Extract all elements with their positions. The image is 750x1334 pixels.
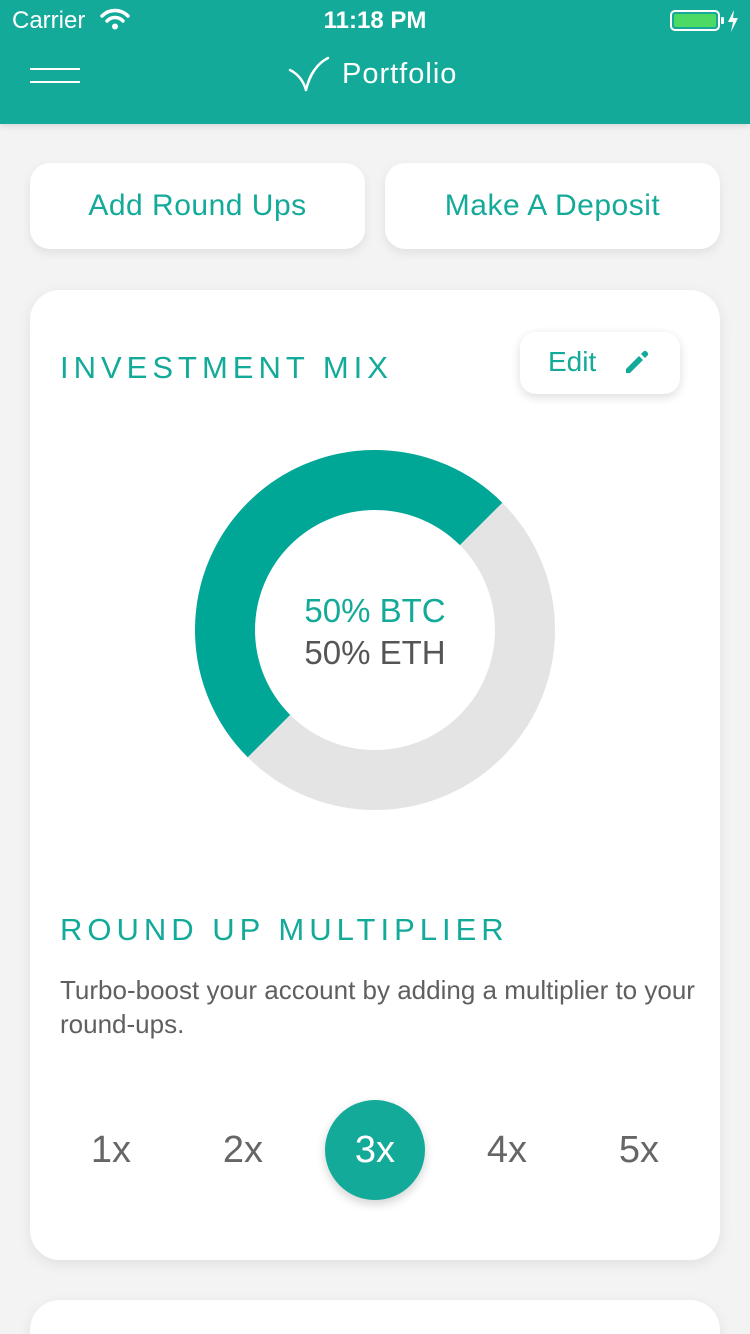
- pencil-icon: [622, 349, 650, 382]
- next-card: [30, 1300, 720, 1334]
- multiplier-selector: 1x 2x 3x 4x 5x: [30, 1100, 720, 1200]
- clock: 11:18 PM: [323, 7, 427, 34]
- multiplier-description: Turbo-boost your account by adding a mul…: [60, 975, 695, 1039]
- leaf-logo-icon: [288, 56, 330, 97]
- allocation-summary: 50% BTC 50% ETH: [195, 590, 555, 674]
- top-bar: Carrier 11:18 PM Portfolio: [0, 0, 750, 124]
- round-up-multiplier-title: ROUND UP MULTIPLIER: [60, 912, 509, 947]
- btc-allocation-label: 50% BTC: [304, 592, 446, 629]
- eth-allocation-label: 50% ETH: [304, 634, 446, 671]
- edit-button[interactable]: Edit: [520, 332, 680, 394]
- nav-bar: Portfolio: [0, 40, 750, 124]
- status-bar: Carrier 11:18 PM: [0, 0, 750, 40]
- multiplier-option-3x[interactable]: 3x: [325, 1100, 425, 1200]
- multiplier-option-2x[interactable]: 2x: [193, 1100, 293, 1200]
- edit-label: Edit: [548, 346, 597, 377]
- multiplier-option-1x[interactable]: 1x: [61, 1100, 161, 1200]
- investment-mix-title: INVESTMENT MIX: [60, 350, 393, 385]
- multiplier-option-5x[interactable]: 5x: [589, 1100, 689, 1200]
- add-round-ups-button[interactable]: Add Round Ups: [30, 163, 365, 249]
- page-title: Portfolio: [342, 58, 458, 90]
- hamburger-menu-icon[interactable]: [30, 66, 82, 86]
- multiplier-option-4x[interactable]: 4x: [457, 1100, 557, 1200]
- make-deposit-button[interactable]: Make A Deposit: [385, 163, 720, 249]
- investment-card: INVESTMENT MIX Edit 50% BTC 50% ETH ROUN…: [30, 290, 720, 1260]
- battery-charging-icon: [670, 9, 742, 40]
